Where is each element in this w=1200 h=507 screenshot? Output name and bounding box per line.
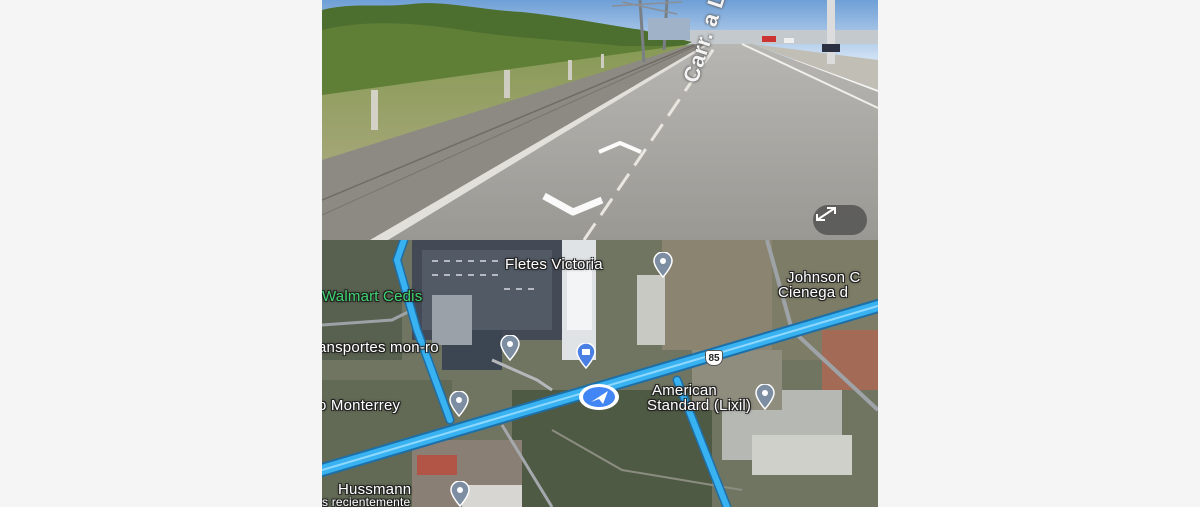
place-label-johnson[interactable]: Johnson C	[787, 270, 861, 285]
place-label-standard-lixil[interactable]: Standard (Lixil)	[647, 398, 751, 413]
route-shield: 85	[705, 350, 723, 366]
place-label-american[interactable]: American	[652, 383, 717, 398]
place-label-cienega[interactable]: Cienega d	[778, 285, 848, 300]
navigate-forward-far-icon[interactable]	[597, 140, 643, 156]
shopping-pin-icon[interactable]	[575, 343, 597, 369]
place-pin-icon[interactable]	[449, 481, 471, 507]
place-label-recently: s recientemente	[322, 495, 411, 507]
expand-button[interactable]	[813, 205, 867, 235]
place-pin-icon[interactable]	[448, 391, 470, 417]
place-pin-icon[interactable]	[499, 335, 521, 361]
satellite-map-panel[interactable]: Fletes Victoria Johnson C Cienega d Walm…	[322, 240, 878, 507]
place-label-walmart-cedis[interactable]: Walmart Cedis	[322, 289, 422, 304]
street-view-map-frame: Carr. a Laredo Fletes Victoria Johnson C…	[322, 0, 878, 507]
place-label-fletes-victoria[interactable]: Fletes Victoria	[505, 257, 603, 272]
place-pin-icon[interactable]	[754, 384, 776, 410]
current-location-arrow-icon[interactable]	[578, 383, 620, 411]
place-label-transportes-mon-ro[interactable]: ansportes mon-ro	[322, 340, 439, 355]
place-label-monterrey[interactable]: o Monterrey	[322, 398, 400, 413]
expand-arrows-icon	[816, 207, 836, 221]
place-pin-icon[interactable]	[652, 252, 674, 278]
navigate-forward-near-icon[interactable]	[540, 190, 606, 222]
street-view-panel[interactable]: Carr. a Laredo	[322, 0, 878, 240]
